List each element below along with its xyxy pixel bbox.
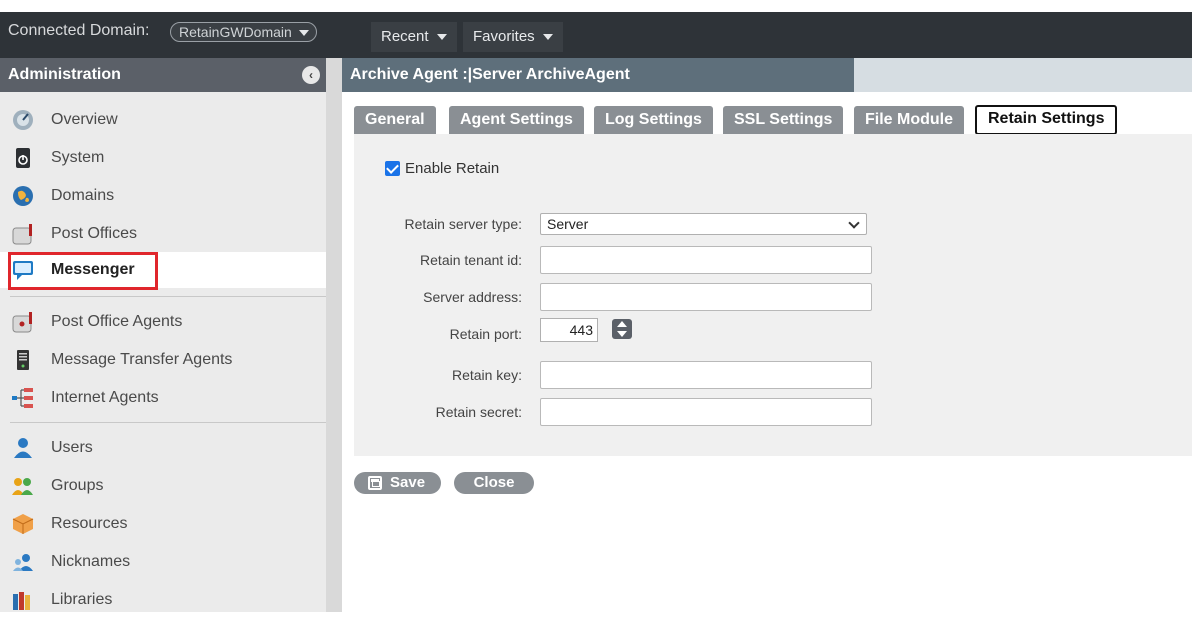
- retain-secret-label: Retain secret:: [435, 404, 522, 420]
- tab-ssl-settings[interactable]: SSL Settings: [723, 106, 844, 134]
- recent-menu-label: Recent: [381, 28, 429, 45]
- server-type-value: Server: [547, 216, 589, 232]
- sidebar-header: Administration ‹: [0, 58, 326, 92]
- retain-secret-input[interactable]: [540, 398, 872, 426]
- sidebar-item-libraries[interactable]: Libraries: [0, 582, 326, 618]
- main-panel: Archive Agent :|Server ArchiveAgent Gene…: [342, 58, 1192, 612]
- sidebar-item-internet-agents[interactable]: Internet Agents: [0, 380, 326, 416]
- retain-key-input[interactable]: [540, 361, 872, 389]
- speech-bubble-icon: [13, 261, 33, 280]
- sidebar-item-label: Messenger: [51, 261, 135, 278]
- retain-settings-panel: Enable Retain Retain server type: Server…: [354, 134, 1192, 456]
- tenant-id-label: Retain tenant id:: [420, 252, 522, 268]
- post-office-agent-icon: [12, 312, 32, 333]
- mailbox-icon: [12, 224, 32, 245]
- floppy-disk-icon: [368, 476, 382, 490]
- sidebar-item-overview[interactable]: Overview: [0, 102, 326, 138]
- server-type-select[interactable]: Server: [540, 213, 867, 235]
- nickname-icon: [13, 554, 33, 571]
- gauge-icon: [13, 110, 33, 130]
- recent-menu[interactable]: Recent: [371, 22, 457, 52]
- caret-down-icon: [298, 30, 309, 36]
- enable-retain-checkbox[interactable]: [385, 161, 400, 176]
- favorites-menu[interactable]: Favorites: [463, 22, 563, 52]
- server-type-label: Retain server type:: [404, 216, 523, 232]
- server-tower-icon: [17, 350, 29, 370]
- power-icon: [16, 148, 30, 168]
- tab-file-module[interactable]: File Module: [854, 106, 964, 134]
- sidebar-item-label: Groups: [51, 477, 104, 494]
- sidebar-item-label: Message Transfer Agents: [51, 351, 233, 368]
- sidebar-divider: [10, 422, 326, 423]
- sidebar-item-message-transfer-agents[interactable]: Message Transfer Agents: [0, 342, 326, 378]
- sidebar-item-label: Post Offices: [51, 225, 137, 242]
- user-icon: [14, 438, 32, 458]
- network-tree-icon: [12, 388, 33, 408]
- sidebar-item-messenger[interactable]: Messenger: [0, 252, 326, 290]
- sidebar-divider: [10, 296, 326, 297]
- save-button-label: Save: [390, 474, 426, 491]
- group-icon: [12, 478, 33, 495]
- sidebar-item-label: Domains: [51, 187, 115, 204]
- sidebar-item-system[interactable]: System: [0, 140, 326, 176]
- page-title: Archive Agent :|Server ArchiveAgent: [342, 58, 854, 92]
- sidebar-item-label: Libraries: [51, 591, 113, 608]
- sidebar-title: Administration: [8, 66, 121, 83]
- chevron-down-icon: [848, 217, 860, 229]
- sidebar-item-nicknames[interactable]: Nicknames: [0, 544, 326, 580]
- tab-agent-settings[interactable]: Agent Settings: [449, 106, 584, 134]
- sidebar-item-label: System: [51, 149, 105, 166]
- tab-general[interactable]: General: [354, 106, 436, 134]
- box-icon: [12, 514, 34, 534]
- port-spinner-icon[interactable]: [612, 319, 632, 339]
- domain-selector-value: RetainGWDomain: [179, 24, 292, 40]
- tab-retain-settings[interactable]: Retain Settings: [975, 105, 1118, 135]
- chevron-left-icon[interactable]: ‹: [302, 66, 320, 84]
- retain-key-label: Retain key:: [451, 367, 522, 383]
- tenant-id-input[interactable]: [540, 246, 872, 274]
- caret-down-icon: [436, 34, 447, 41]
- sidebar-item-label: Nicknames: [51, 553, 131, 570]
- sidebar-item-label: Post Office Agents: [51, 313, 183, 330]
- sidebar-item-users[interactable]: Users: [0, 430, 326, 466]
- enable-retain-label: Enable Retain: [405, 160, 500, 177]
- save-button[interactable]: Save: [354, 472, 441, 494]
- caret-down-icon: [542, 34, 553, 41]
- sidebar: Administration ‹ Overview System Domains…: [0, 58, 342, 612]
- sidebar-item-label: Internet Agents: [51, 389, 159, 406]
- sidebar-item-post-office-agents[interactable]: Post Office Agents: [0, 304, 326, 340]
- close-button[interactable]: Close: [454, 472, 534, 494]
- books-icon: [13, 592, 30, 610]
- top-bar: Connected Domain: RetainGWDomain Recent …: [0, 0, 1192, 58]
- sidebar-item-post-offices[interactable]: Post Offices: [0, 216, 326, 252]
- sidebar-item-groups[interactable]: Groups: [0, 468, 326, 504]
- retain-port-input[interactable]: 443: [540, 318, 598, 342]
- globe-icon: [13, 186, 33, 206]
- domain-selector[interactable]: RetainGWDomain: [170, 22, 317, 42]
- connected-domain-label: Connected Domain:: [8, 22, 150, 39]
- sidebar-item-domains[interactable]: Domains: [0, 178, 326, 214]
- tab-log-settings[interactable]: Log Settings: [594, 106, 713, 134]
- sidebar-item-label: Resources: [51, 515, 128, 532]
- sidebar-item-resources[interactable]: Resources: [0, 506, 326, 542]
- sidebar-item-label: Overview: [51, 111, 118, 128]
- retain-port-label: Retain port:: [449, 326, 522, 342]
- favorites-menu-label: Favorites: [473, 28, 535, 45]
- server-address-input[interactable]: [540, 283, 872, 311]
- sidebar-item-label: Users: [51, 439, 93, 456]
- title-bar: Archive Agent :|Server ArchiveAgent: [342, 58, 1192, 92]
- server-address-label: Server address:: [423, 289, 522, 305]
